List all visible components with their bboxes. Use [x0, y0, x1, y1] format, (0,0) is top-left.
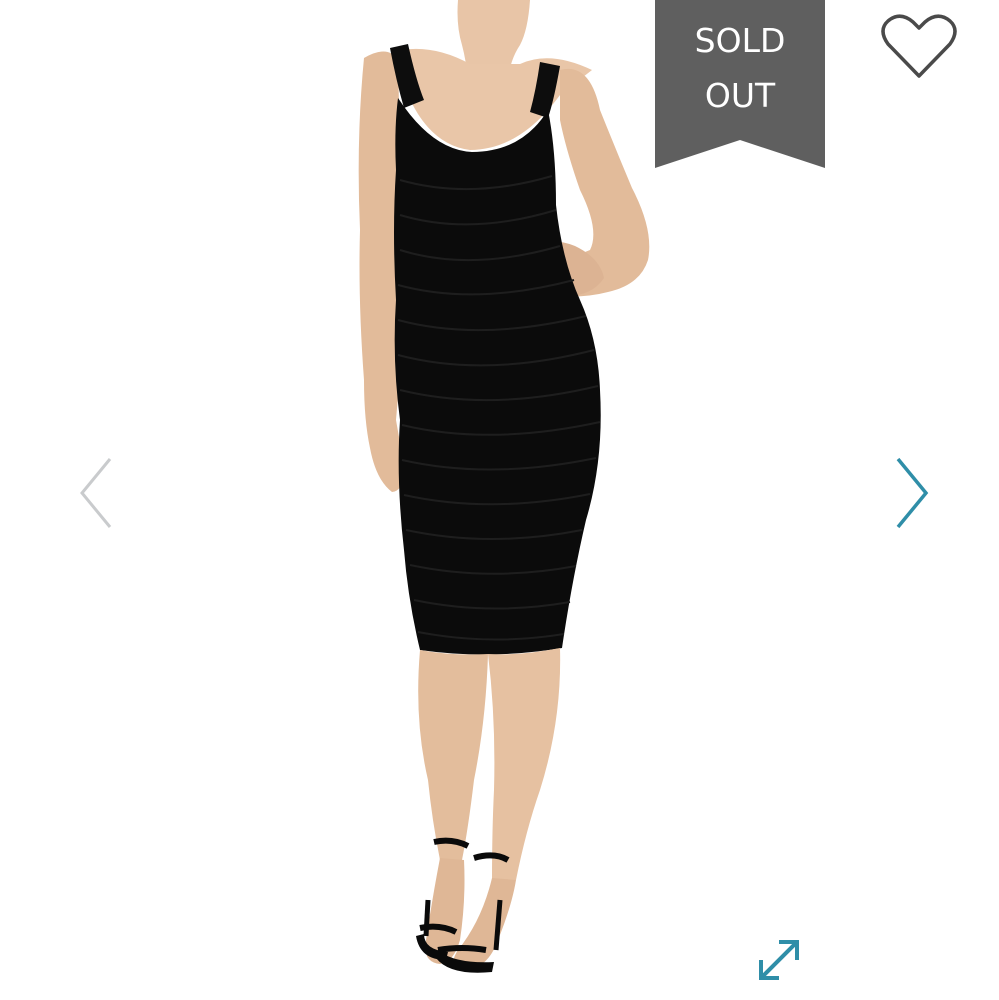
sold-out-badge: SOLD OUT [655, 0, 825, 168]
chevron-right-icon [896, 457, 929, 529]
chevron-left-icon [80, 458, 112, 528]
next-image-button[interactable] [892, 455, 932, 531]
heart-outline-icon [881, 14, 957, 78]
expand-diagonal-icon [759, 940, 799, 980]
product-image-viewer: SOLD OUT [0, 0, 999, 1000]
sold-out-line-2: OUT [704, 76, 776, 115]
product-photo [358, 0, 650, 973]
favorite-button[interactable] [880, 14, 958, 80]
expand-image-button[interactable] [753, 934, 805, 986]
sold-out-line-1: SOLD [694, 21, 786, 60]
previous-image-button[interactable] [76, 455, 116, 531]
